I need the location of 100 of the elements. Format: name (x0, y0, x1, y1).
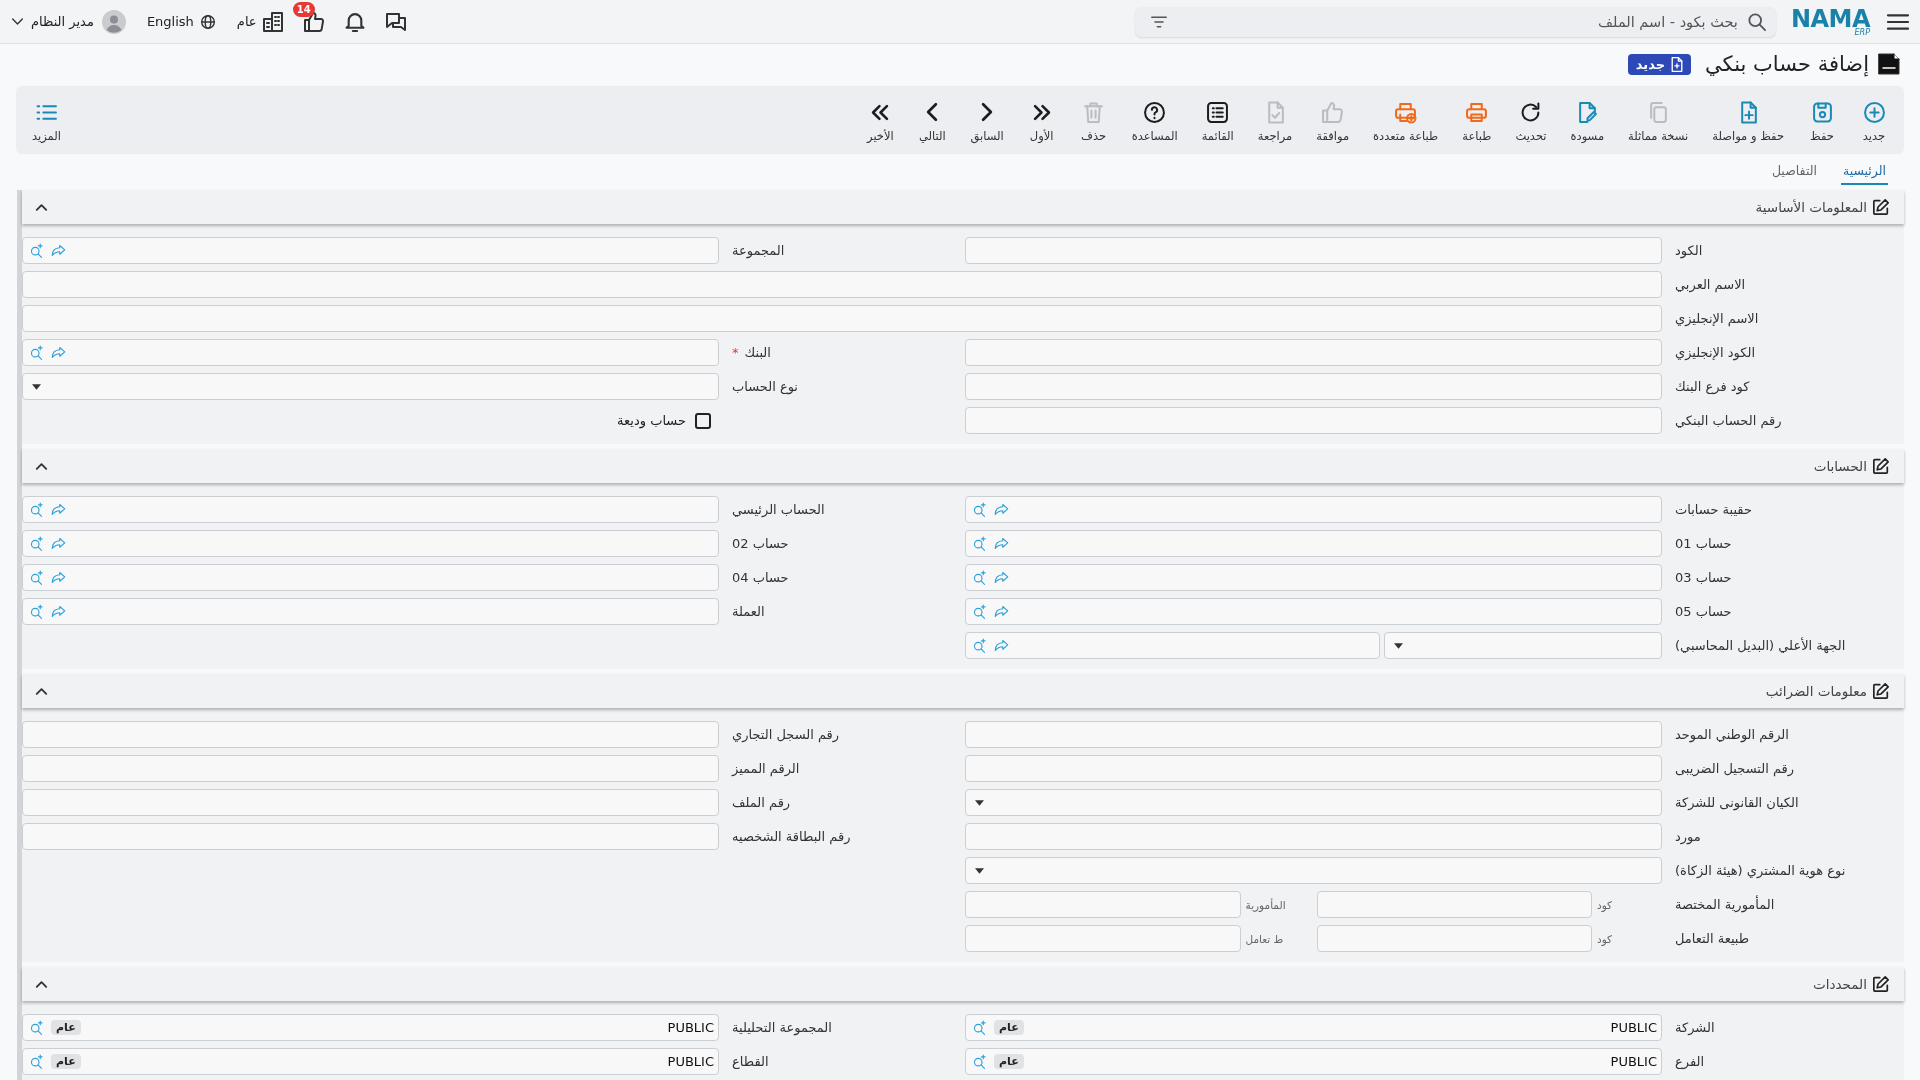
field-label: الاسم الإنجليزي (1675, 311, 1759, 326)
caret-down-icon[interactable] (975, 867, 984, 874)
new-button[interactable]: جديد (1848, 97, 1900, 143)
search-plus-icon[interactable] (29, 1020, 44, 1035)
share-arrow-icon[interactable] (51, 243, 66, 258)
print-button[interactable]: طباعة (1450, 97, 1504, 143)
search-plus-icon[interactable] (29, 604, 44, 619)
chevron-up-icon[interactable] (36, 980, 47, 988)
text-field[interactable] (965, 925, 1241, 952)
search-plus-icon[interactable] (29, 345, 44, 360)
save-continue-button[interactable]: حفظ و مواصلة (1700, 97, 1796, 143)
company-selector[interactable]: عام (236, 11, 283, 32)
first-button[interactable]: الأول (1015, 97, 1068, 143)
lookup-field[interactable] (22, 237, 719, 264)
edit-icon[interactable] (1873, 199, 1889, 215)
lookup-field[interactable] (22, 564, 719, 591)
caret-down-icon[interactable] (32, 383, 41, 390)
search-plus-icon[interactable] (972, 638, 987, 653)
caret-down-icon[interactable] (975, 799, 984, 806)
tab[interactable]: التفاصيل (1769, 157, 1819, 185)
dropdown-field[interactable] (965, 789, 1662, 816)
lookup-field[interactable] (965, 632, 1380, 659)
lookup-field[interactable] (22, 339, 719, 366)
share-arrow-icon[interactable] (51, 536, 66, 551)
dropdown-field[interactable] (1384, 632, 1662, 659)
text-field[interactable] (1316, 891, 1592, 918)
menu-icon[interactable] (1888, 13, 1908, 30)
share-arrow-icon[interactable] (51, 604, 66, 619)
dropdown-field[interactable] (965, 857, 1662, 884)
search-plus-icon[interactable] (29, 502, 44, 517)
share-arrow-icon[interactable] (51, 345, 66, 360)
text-field[interactable] (1316, 925, 1592, 952)
chat-icon[interactable] (385, 11, 406, 32)
text-field[interactable] (965, 339, 1662, 366)
share-arrow-icon[interactable] (994, 536, 1009, 551)
more-button[interactable]: المزيد (20, 97, 73, 143)
language-selector[interactable]: English (146, 14, 216, 29)
filter-icon[interactable] (1150, 14, 1167, 29)
text-field[interactable] (965, 891, 1241, 918)
search-plus-icon[interactable] (972, 1020, 987, 1035)
search-input[interactable]: بحث بكود - اسم الملف (1174, 12, 1740, 31)
search-icon[interactable] (1747, 12, 1766, 31)
lookup-field[interactable] (22, 496, 719, 523)
next-button[interactable]: التالي (906, 97, 959, 143)
chevron-up-icon[interactable] (36, 203, 47, 211)
lookup-field[interactable] (22, 530, 719, 557)
caret-down-icon[interactable] (1394, 642, 1403, 649)
refresh-button[interactable]: تحديث (1503, 97, 1559, 143)
search-plus-icon[interactable] (29, 536, 44, 551)
lookup-field[interactable] (965, 598, 1662, 625)
search-plus-icon[interactable] (29, 243, 44, 258)
text-field[interactable] (22, 271, 1662, 298)
lookup-field[interactable] (965, 496, 1662, 523)
share-arrow-icon[interactable] (994, 502, 1009, 517)
lookup-field[interactable] (965, 564, 1662, 591)
edit-icon[interactable] (1873, 458, 1889, 474)
share-arrow-icon[interactable] (994, 570, 1009, 585)
search-plus-icon[interactable] (972, 502, 987, 517)
last-button[interactable]: الأخير (854, 97, 907, 143)
list-button[interactable]: القائمة (1189, 97, 1246, 143)
search-field[interactable]: بحث بكود - اسم الملف (1134, 6, 1776, 37)
text-field[interactable] (22, 789, 719, 816)
edit-icon[interactable] (1873, 683, 1889, 699)
edit-icon[interactable] (1873, 976, 1889, 992)
lookup-field[interactable] (965, 530, 1662, 557)
text-field[interactable] (22, 721, 719, 748)
search-plus-icon[interactable] (29, 1054, 44, 1069)
search-plus-icon[interactable] (972, 1054, 987, 1069)
bell-icon[interactable] (344, 11, 365, 32)
text-field[interactable] (965, 373, 1662, 400)
draft-button[interactable]: مسودة (1558, 97, 1617, 143)
search-plus-icon[interactable] (972, 570, 987, 585)
trash-icon (1083, 101, 1105, 123)
text-field[interactable] (22, 305, 1662, 332)
share-arrow-icon[interactable] (994, 604, 1009, 619)
share-arrow-icon[interactable] (51, 502, 66, 517)
help-button[interactable]: المساعدة (1119, 97, 1190, 143)
search-plus-icon[interactable] (972, 604, 987, 619)
chevron-up-icon[interactable] (36, 687, 47, 695)
text-field[interactable] (965, 755, 1662, 782)
previous-button[interactable]: السابق (958, 97, 1016, 143)
tab[interactable]: الرئيسية (1840, 157, 1888, 185)
search-plus-icon[interactable] (972, 536, 987, 551)
text-field[interactable] (22, 823, 719, 850)
dropdown-field[interactable] (22, 373, 719, 400)
thumbs-up-icon[interactable] (303, 11, 324, 32)
text-field[interactable] (965, 721, 1662, 748)
search-plus-icon[interactable] (29, 570, 44, 585)
text-field[interactable] (965, 823, 1662, 850)
text-field[interactable] (22, 755, 719, 782)
save-button[interactable]: حفظ (1796, 97, 1848, 143)
share-arrow-icon[interactable] (994, 638, 1009, 653)
multi-print-button[interactable]: طباعة متعددة (1361, 97, 1451, 143)
checkbox[interactable] (695, 412, 711, 429)
lookup-field[interactable] (22, 598, 719, 625)
text-field[interactable] (965, 237, 1662, 264)
share-arrow-icon[interactable] (51, 570, 66, 585)
chevron-up-icon[interactable] (36, 462, 47, 470)
text-field[interactable] (965, 407, 1662, 434)
user-menu[interactable]: مدير النظام (12, 9, 126, 34)
